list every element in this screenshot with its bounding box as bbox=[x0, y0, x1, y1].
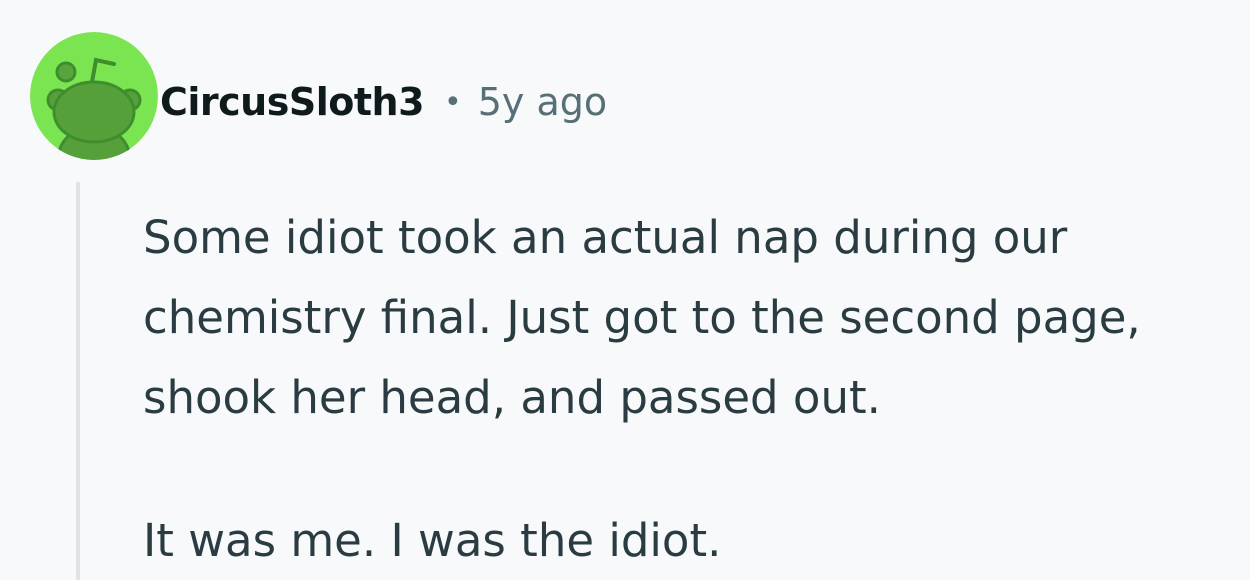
comment-paragraph: It was me. I was the idiot. bbox=[143, 514, 722, 567]
comment-paragraph: Some idiot took an actual nap during our… bbox=[143, 211, 1141, 424]
comment-header: CircusSloth3 • 5y ago bbox=[160, 74, 607, 130]
comment-body: Some idiot took an actual nap during our… bbox=[143, 198, 1243, 580]
separator-dot: • bbox=[444, 84, 462, 120]
user-avatar[interactable] bbox=[30, 32, 158, 160]
thread-line[interactable] bbox=[76, 182, 80, 580]
timestamp[interactable]: 5y ago bbox=[478, 80, 607, 124]
comment: CircusSloth3 • 5y ago Some idiot took an… bbox=[0, 0, 1250, 580]
username-link[interactable]: CircusSloth3 bbox=[160, 80, 425, 124]
reddit-snoo-avatar-icon bbox=[30, 32, 158, 160]
